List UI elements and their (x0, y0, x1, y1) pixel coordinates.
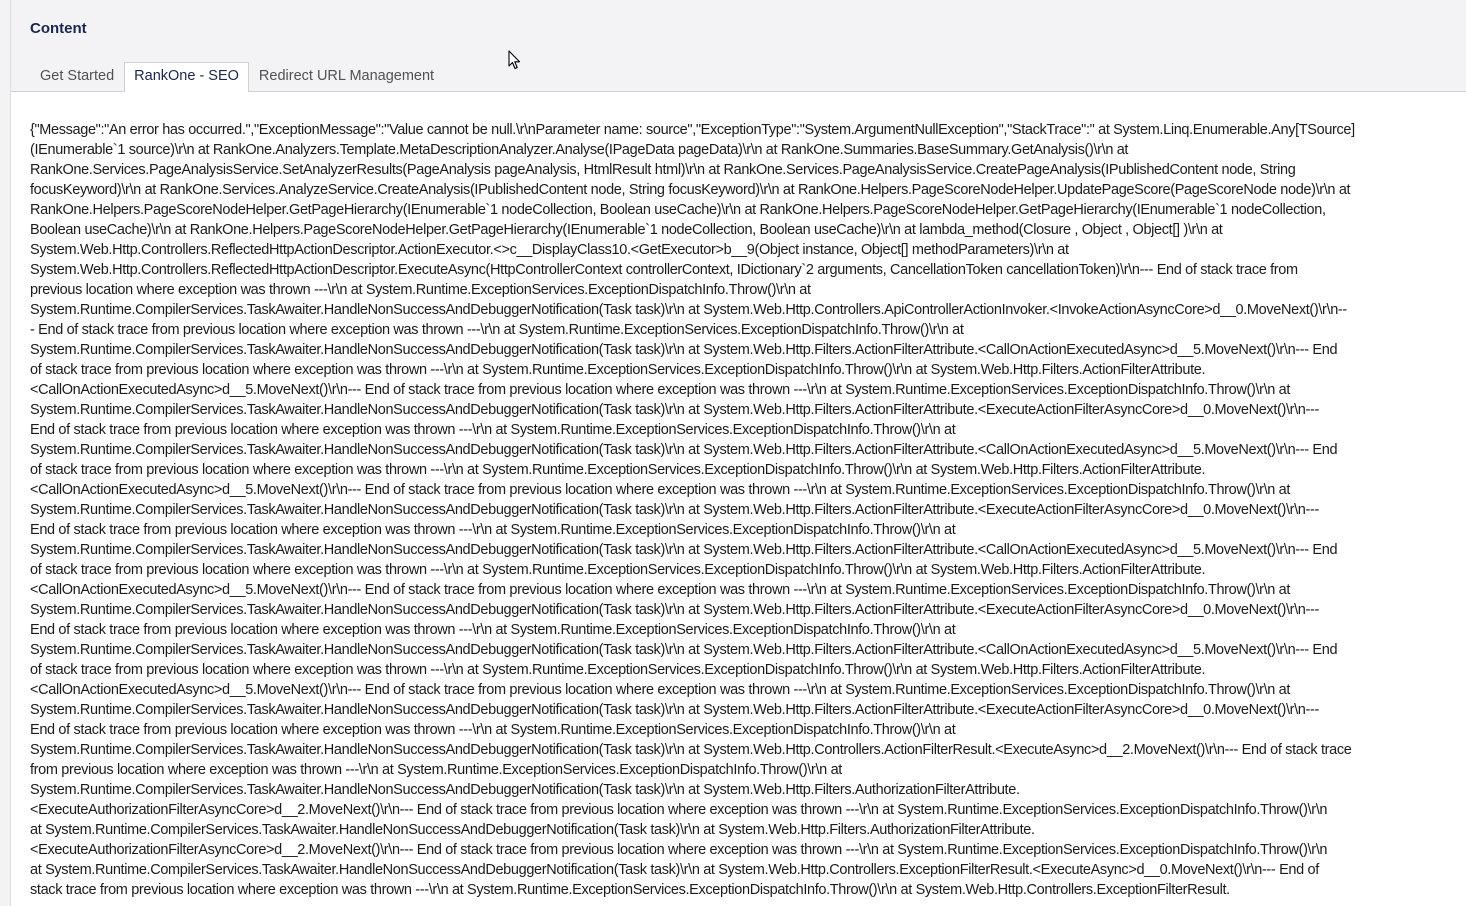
content-header: Content Get Started RankOne - SEO Redire… (11, 0, 1466, 92)
tab-get-started[interactable]: Get Started (30, 62, 124, 91)
tab-rankone-seo[interactable]: RankOne - SEO (124, 62, 249, 92)
mouse-pointer-icon (508, 50, 521, 70)
left-rail (0, 0, 11, 906)
tab-bar: Get Started RankOne - SEO Redirect URL M… (30, 62, 444, 92)
tab-content-panel: {"Message":"An error has occurred.","Exc… (30, 120, 1455, 906)
tab-redirect-url-management[interactable]: Redirect URL Management (249, 62, 444, 91)
page-title: Content (30, 20, 87, 37)
error-message-text: {"Message":"An error has occurred.","Exc… (30, 122, 1355, 898)
